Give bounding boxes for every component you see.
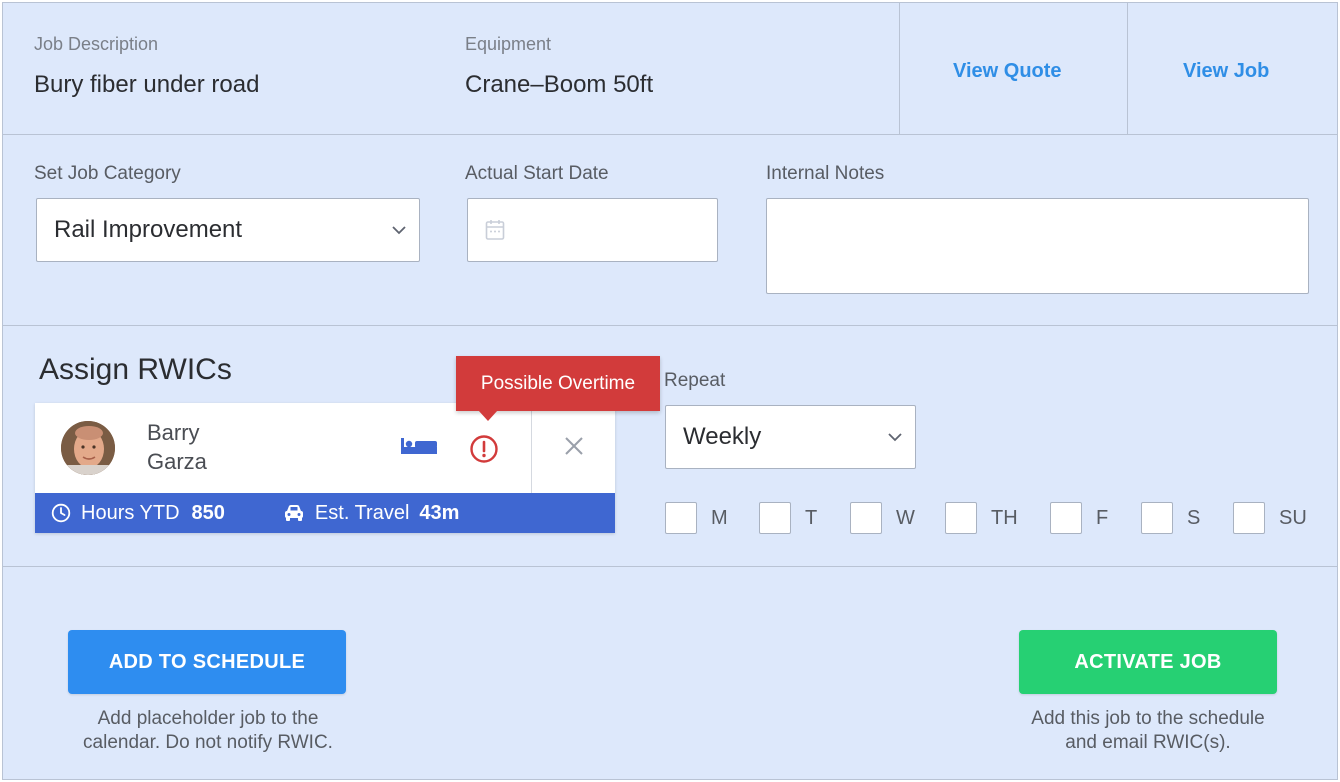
activate-job-button[interactable]: ACTIVATE JOB — [1019, 630, 1277, 694]
day-checkbox-w[interactable]: W — [850, 502, 915, 534]
day-checkbox-su[interactable]: SU — [1233, 502, 1307, 534]
help-line: Add this job to the schedule — [1031, 708, 1265, 729]
day-label: T — [805, 506, 818, 529]
start-date-label: Actual Start Date — [465, 163, 609, 184]
overtime-warning-icon[interactable] — [469, 434, 499, 469]
equipment-label: Equipment — [465, 34, 552, 54]
checkbox[interactable] — [1050, 502, 1082, 534]
repeat-select[interactable]: Weekly — [665, 405, 916, 469]
view-job-link[interactable]: View Job — [1183, 60, 1269, 83]
day-label: F — [1096, 506, 1109, 529]
rwic-last-name: Garza — [147, 449, 207, 474]
day-label: S — [1187, 506, 1201, 529]
section-divider — [3, 325, 1337, 326]
day-checkbox-m[interactable]: M — [665, 502, 728, 534]
checkbox[interactable] — [850, 502, 882, 534]
job-description-value: Bury fiber under road — [34, 71, 260, 98]
job-category-select[interactable]: Rail Improvement — [36, 198, 420, 262]
avatar — [61, 421, 115, 475]
checkbox[interactable] — [1141, 502, 1173, 534]
chevron-down-icon — [379, 225, 419, 235]
divider — [899, 3, 900, 134]
day-label: SU — [1279, 506, 1307, 529]
job-description-label: Job Description — [34, 34, 159, 54]
rwic-card: Barry Garza Hours YTD 850 Est. Travel 43… — [35, 403, 615, 533]
equipment-value: Crane–Boom 50ft — [465, 71, 654, 98]
view-quote-link[interactable]: View Quote — [953, 60, 1062, 83]
hours-ytd-label: Hours YTD — [81, 501, 180, 524]
tooltip-text: Possible Overtime — [480, 372, 636, 394]
clock-icon — [51, 503, 71, 523]
rwic-first-name: Barry — [147, 420, 200, 445]
internal-notes-textarea[interactable] — [766, 198, 1309, 294]
checkbox[interactable] — [665, 502, 697, 534]
internal-notes-label: Internal Notes — [766, 163, 885, 184]
day-label: M — [711, 506, 728, 529]
rwic-card-footer: Hours YTD 850 Est. Travel 43m — [35, 493, 615, 533]
overtime-tooltip: Possible Overtime — [456, 356, 660, 421]
job-category-value: Rail Improvement — [54, 216, 243, 243]
calendar-icon — [485, 219, 505, 246]
day-checkbox-th[interactable]: TH — [945, 502, 1018, 534]
checkbox[interactable] — [945, 502, 977, 534]
job-panel: Job Description Bury fiber under road Eq… — [2, 2, 1338, 780]
add-to-schedule-button[interactable]: ADD TO SCHEDULE — [68, 630, 346, 694]
repeat-label: Repeat — [664, 370, 726, 391]
help-line: and email RWIC(s). — [1065, 732, 1231, 753]
chevron-down-icon — [875, 432, 915, 442]
day-checkbox-t[interactable]: T — [759, 502, 817, 534]
activate-job-help: Add this job to the schedule and email R… — [993, 707, 1303, 755]
day-label: TH — [991, 506, 1018, 529]
repeat-value: Weekly — [683, 423, 762, 450]
est-travel-value: 43m — [419, 501, 460, 524]
help-line: calendar. Do not notify RWIC. — [83, 732, 333, 753]
est-travel-label: Est. Travel — [314, 501, 410, 524]
section-divider — [3, 566, 1337, 567]
tooltip-tail — [478, 410, 498, 421]
close-icon — [564, 436, 584, 461]
section-divider — [3, 134, 1337, 135]
help-line: Add placeholder job to the — [97, 708, 319, 729]
day-checkbox-f[interactable]: F — [1050, 502, 1108, 534]
hours-ytd-value: 850 — [191, 501, 225, 524]
assign-rwics-title: Assign RWICs — [39, 353, 232, 386]
bed-icon — [400, 436, 438, 461]
car-icon — [283, 503, 305, 523]
day-label: W — [896, 506, 915, 529]
job-category-label: Set Job Category — [34, 163, 181, 184]
day-checkbox-s[interactable]: S — [1141, 502, 1200, 534]
add-to-schedule-help: Add placeholder job to the calendar. Do … — [33, 707, 383, 755]
checkbox[interactable] — [1233, 502, 1265, 534]
divider — [1127, 3, 1128, 134]
start-date-input[interactable] — [467, 198, 718, 262]
checkbox[interactable] — [759, 502, 791, 534]
remove-rwic-button[interactable] — [531, 403, 615, 493]
